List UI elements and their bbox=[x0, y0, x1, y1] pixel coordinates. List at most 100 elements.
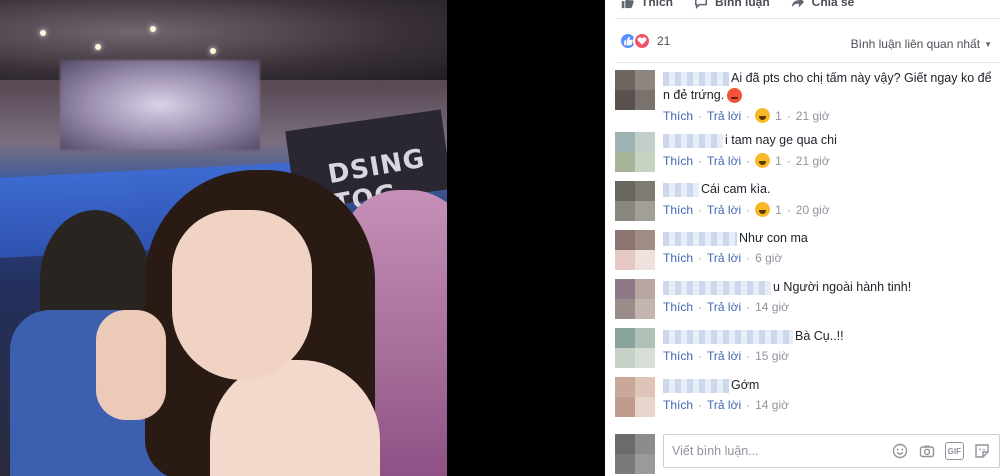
comment-list: Ai đã pts cho chị tấm này vậy? Giết ngay… bbox=[615, 70, 1000, 426]
photo-light bbox=[210, 48, 216, 54]
post-actions-bar: Thích Bình luận Chia sẻ bbox=[605, 0, 1000, 14]
comment-text-row: Như con ma bbox=[663, 230, 1000, 247]
commenter-name[interactable] bbox=[663, 378, 729, 393]
commenter-name[interactable] bbox=[663, 329, 793, 344]
comment-like-link[interactable]: Thích bbox=[663, 398, 693, 412]
photo-light bbox=[95, 44, 101, 50]
comment-like-link[interactable]: Thích bbox=[663, 154, 693, 168]
comment-reply-link[interactable]: Trả lời bbox=[707, 349, 741, 363]
photo-face bbox=[172, 210, 312, 380]
comment-item: Cái cam kìa. Thích · Trả lời · 1 · 20 gi… bbox=[615, 181, 1000, 221]
avatar[interactable] bbox=[615, 230, 655, 270]
comment-meta: Thích · Trả lời · 1 · 20 giờ bbox=[663, 202, 1000, 217]
separator: · bbox=[698, 153, 703, 168]
comment-reply-link[interactable]: Trả lời bbox=[707, 154, 741, 168]
haha-reaction-icon[interactable] bbox=[755, 202, 771, 217]
comment-reaction-count: 1 bbox=[775, 153, 782, 168]
separator: · bbox=[698, 349, 703, 363]
separator: · bbox=[746, 153, 751, 168]
gif-icon[interactable]: GIF bbox=[944, 442, 964, 460]
comment-icon bbox=[693, 0, 709, 10]
comment-text-row: Ai đã pts cho chị tấm này vậy? Giết ngay… bbox=[663, 70, 1000, 104]
comment-item: Như con ma Thích · Trả lời · 6 giờ bbox=[615, 230, 1000, 270]
share-icon bbox=[790, 0, 806, 10]
comment-input-placeholder: Viết bình luận... bbox=[672, 444, 759, 458]
avatar[interactable] bbox=[615, 377, 655, 417]
comment-reaction-count: 1 bbox=[775, 108, 782, 123]
separator: · bbox=[698, 300, 703, 314]
reaction-count: 21 bbox=[657, 34, 671, 48]
separator: · bbox=[746, 251, 751, 265]
comment-reply-link[interactable]: Trả lời bbox=[707, 251, 741, 265]
comment-item: Bà Cụ..!! Thích · Trả lời · 15 giờ bbox=[615, 328, 1000, 368]
comment-item: Ai đã pts cho chị tấm này vậy? Giết ngay… bbox=[615, 70, 1000, 123]
comment-meta: Thích · Trả lời · 1 · 21 giờ bbox=[663, 108, 1000, 123]
composer-tools: GIF bbox=[891, 442, 991, 460]
like-label: Thích bbox=[641, 0, 673, 9]
avatar[interactable] bbox=[615, 181, 655, 221]
thumbs-up-icon bbox=[619, 0, 635, 10]
separator: · bbox=[786, 108, 791, 123]
sticker-icon[interactable] bbox=[973, 442, 991, 460]
comment-item: i tam nay ge qua chi Thích · Trả lời · 1… bbox=[615, 132, 1000, 172]
comment-time[interactable]: 21 giờ bbox=[796, 109, 830, 123]
comment-text-row: i tam nay ge qua chi bbox=[663, 132, 1000, 149]
commenter-name[interactable] bbox=[663, 71, 729, 86]
post-photo[interactable]: DSING TOG bbox=[0, 0, 447, 476]
comment-time[interactable]: 21 giờ bbox=[796, 154, 830, 168]
comment-composer: Viết bình luận... GIF bbox=[615, 434, 1000, 474]
comments-panel: Thích Bình luận Chia sẻ 21 Bình luận liê… bbox=[605, 0, 1000, 476]
comment-sort-dropdown[interactable]: Bình luận liên quan nhất ▼ bbox=[851, 37, 992, 51]
photo-stage bbox=[60, 60, 260, 150]
photo-viewer: DSING TOG bbox=[0, 0, 600, 476]
comment-time[interactable]: 20 giờ bbox=[796, 203, 830, 217]
share-label: Chia sẻ bbox=[811, 0, 855, 9]
comment-reply-link[interactable]: Trả lời bbox=[707, 203, 741, 217]
photo-hand bbox=[96, 310, 166, 420]
haha-reaction-icon[interactable] bbox=[755, 153, 771, 168]
separator: · bbox=[746, 300, 751, 314]
separator: · bbox=[746, 398, 751, 412]
avatar[interactable] bbox=[615, 279, 655, 319]
comment-text: Bà Cụ..!! bbox=[795, 329, 844, 343]
comment-like-link[interactable]: Thích bbox=[663, 203, 693, 217]
comment-item: Gớm Thích · Trả lời · 14 giờ bbox=[615, 377, 1000, 417]
comment-time[interactable]: 14 giờ bbox=[755, 300, 789, 314]
comment-like-link[interactable]: Thích bbox=[663, 300, 693, 314]
avatar bbox=[615, 434, 655, 474]
comment-button[interactable]: Bình luận bbox=[693, 0, 770, 10]
divider bbox=[615, 62, 1000, 63]
commenter-name[interactable] bbox=[663, 133, 723, 148]
avatar[interactable] bbox=[615, 132, 655, 172]
share-button[interactable]: Chia sẻ bbox=[790, 0, 855, 10]
comment-time[interactable]: 6 giờ bbox=[755, 251, 782, 265]
commenter-name[interactable] bbox=[663, 280, 771, 295]
comment-like-link[interactable]: Thích bbox=[663, 109, 693, 123]
comment-like-link[interactable]: Thích bbox=[663, 349, 693, 363]
comment-time[interactable]: 14 giờ bbox=[755, 398, 789, 412]
avatar[interactable] bbox=[615, 70, 655, 110]
separator: · bbox=[746, 108, 751, 123]
comment-text: Gớm bbox=[731, 378, 760, 392]
camera-icon[interactable] bbox=[918, 442, 936, 460]
comment-input[interactable]: Viết bình luận... GIF bbox=[663, 434, 1000, 468]
comment-reply-link[interactable]: Trả lời bbox=[707, 109, 741, 123]
photo-light bbox=[40, 30, 46, 36]
comment-reply-link[interactable]: Trả lời bbox=[707, 300, 741, 314]
comment-time[interactable]: 15 giờ bbox=[755, 349, 789, 363]
like-button[interactable]: Thích bbox=[619, 0, 673, 10]
sort-label: Bình luận liên quan nhất bbox=[850, 37, 981, 51]
haha-reaction-icon[interactable] bbox=[755, 108, 771, 123]
separator: · bbox=[698, 202, 703, 217]
commenter-name[interactable] bbox=[663, 182, 699, 197]
comment-reply-link[interactable]: Trả lời bbox=[707, 398, 741, 412]
comment-text: i tam nay ge qua chi bbox=[725, 133, 837, 147]
reaction-summary[interactable]: 21 bbox=[619, 32, 670, 50]
separator: · bbox=[746, 202, 751, 217]
commenter-name[interactable] bbox=[663, 231, 737, 246]
avatar[interactable] bbox=[615, 328, 655, 368]
comment-like-link[interactable]: Thích bbox=[663, 251, 693, 265]
comment-reaction-count: 1 bbox=[775, 202, 782, 217]
smiley-icon[interactable] bbox=[891, 442, 909, 460]
separator: · bbox=[786, 153, 791, 168]
